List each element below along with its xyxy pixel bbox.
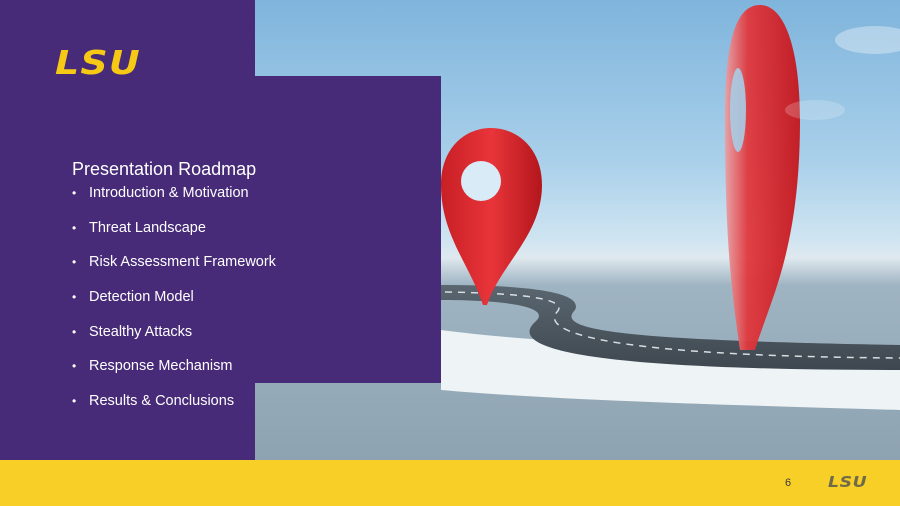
agenda-item-label: Stealthy Attacks <box>89 323 193 340</box>
slide-title: Presentation Roadmap <box>72 159 257 179</box>
lsu-footer-logo: LSU <box>828 473 868 491</box>
agenda-item-label: Risk Assessment Framework <box>89 254 276 271</box>
bullet-icon: • <box>72 290 77 305</box>
purple-panel-right <box>255 76 441 383</box>
bullet-icon: • <box>72 186 77 200</box>
bullet-icon: • <box>72 359 77 374</box>
agenda-item-label: Detection Model <box>89 289 194 306</box>
agenda-item: • Threat Landscape <box>72 218 276 253</box>
bullet-icon: • <box>72 255 77 270</box>
lsu-logo: LSU <box>55 43 141 82</box>
agenda-item-label: Introduction & Motivation <box>89 185 249 201</box>
agenda-item: • Risk Assessment Framework <box>72 252 276 287</box>
agenda-item: • Results & Conclusions <box>72 391 276 426</box>
footer-bar: 6 LSU <box>0 460 900 506</box>
agenda-item-label: Response Mechanism <box>89 358 233 375</box>
agenda-item-label: Results & Conclusions <box>89 393 235 410</box>
agenda-item-label: Threat Landscape <box>89 219 206 236</box>
bullet-icon: • <box>72 394 77 409</box>
agenda-list: • Introduction & Motivation • Threat Lands… <box>72 183 276 426</box>
agenda-item: • Detection Model <box>72 287 276 322</box>
agenda-item: • Introduction & Motivation <box>72 183 276 218</box>
agenda-item: • Response Mechanism <box>72 356 276 391</box>
agenda-item: • Stealthy Attacks <box>72 322 276 357</box>
page-number: 6 <box>785 477 792 489</box>
bullet-icon: • <box>72 220 77 235</box>
slide: LSU Presentation Roadmap • Introduction &… <box>0 0 900 506</box>
bullet-icon: • <box>72 324 77 339</box>
